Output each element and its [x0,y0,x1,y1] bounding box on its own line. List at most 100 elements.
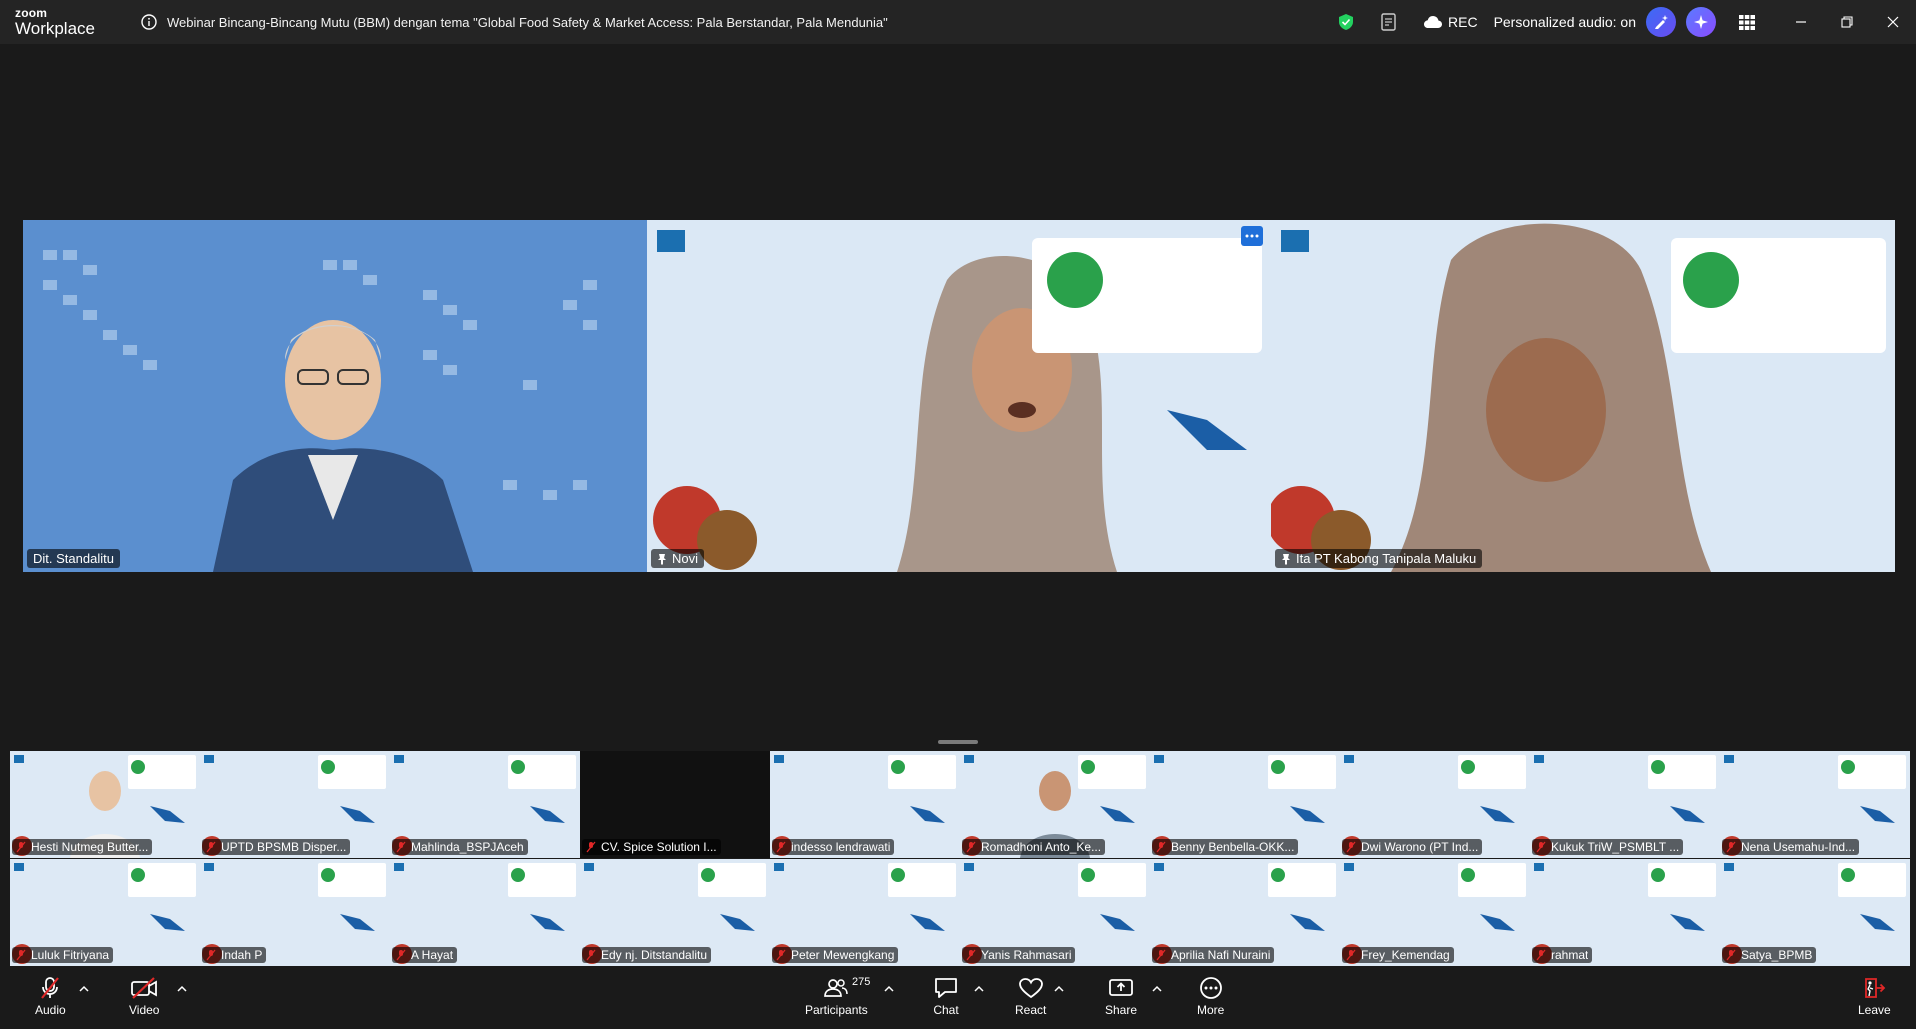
participant-thumbnail[interactable]: Aprilia Nafi Nuraini [1150,859,1340,966]
restore-icon [1841,16,1853,28]
muted-microphone-icon [1346,841,1356,853]
participants-count-badge: 275 [852,976,871,988]
more-label: More [1197,1003,1225,1017]
participant-name: CV. Spice Solution I... [601,840,717,854]
leave-button[interactable]: Leave [1858,976,1891,1017]
video-tile-novi[interactable]: Novi [647,220,1271,572]
muted-microphone-icon [1156,841,1166,853]
close-button[interactable] [1870,0,1916,44]
participant-name: Aprilia Nafi Nuraini [1171,948,1271,962]
video-tile-dit-standalitu[interactable]: Dit. Standalitu [23,220,647,572]
restore-button[interactable] [1824,0,1870,44]
notes-icon[interactable] [1379,12,1399,32]
participant-name: Romadhoni Anto_Ke... [981,840,1102,854]
personalized-audio-status: Personalized audio: on [1493,14,1636,30]
muted-microphone-icon [1726,841,1736,853]
logo-zoom-text: zoom [15,6,48,20]
participant-name: Mahlinda_BSPJAceh [411,840,524,854]
participant-thumbnail[interactable]: Dwi Warono (PT Ind... [1340,751,1530,858]
video-button[interactable]: Video [129,976,159,1017]
participant-name: A Hayat [411,948,454,962]
participant-thumbnail[interactable]: A Hayat [390,859,580,966]
react-options-caret-icon[interactable] [1054,984,1064,994]
participant-name-tag: Peter Mewengkang [772,947,899,963]
participants-options-caret-icon[interactable] [884,984,894,994]
participant-thumbnail[interactable]: Nena Usemahu-Ind... [1720,751,1910,858]
participant-thumbnail[interactable]: Frey_Kemendag [1340,859,1530,966]
info-icon[interactable] [141,14,157,30]
leave-icon [1865,978,1886,998]
participant-name: Nena Usemahu-Ind... [1741,840,1856,854]
more-button[interactable]: More [1197,976,1224,1017]
ai-companion-button[interactable] [1646,7,1676,37]
speaker-gallery: Dit. Standalitu Novi Ita PT Kabong Tanip… [23,220,1896,572]
participant-thumbnail[interactable]: indesso lendrawati [770,751,960,858]
participant-thumbnail[interactable]: UPTD BPSMB Disper... [200,751,390,858]
participant-name-tag: A Hayat [392,947,458,963]
chat-button[interactable]: Chat [933,976,959,1017]
share-label: Share [1105,1003,1138,1017]
chat-options-caret-icon[interactable] [974,984,984,994]
zoom-logo: zoom Workplace [0,7,125,37]
participant-name: Yanis Rahmasari [981,948,1072,962]
participant-name: Frey_Kemendag [1361,948,1450,962]
spotlight-pin-icon [658,553,666,565]
muted-microphone-icon [1536,841,1546,853]
participant-thumbnail[interactable]: Peter Mewengkang [770,859,960,966]
view-grid-icon[interactable] [1738,13,1756,31]
tile-more-options-button[interactable] [1241,226,1263,246]
participant-thumbnail[interactable]: CV. Spice Solution I... [580,751,770,858]
muted-microphone-icon [776,841,786,853]
participant-thumbnail[interactable]: Hesti Nutmeg Butter... [10,751,200,858]
participant-name-tag: Romadhoni Anto_Ke... [962,839,1106,855]
leave-label: Leave [1858,1003,1891,1017]
participant-name: Peter Mewengkang [791,948,895,962]
spotlight-pin-icon [1282,553,1290,565]
video-feed-novi [647,220,1271,572]
minimize-button[interactable] [1778,0,1824,44]
participant-thumbnail[interactable]: rahmat [1530,859,1720,966]
participant-name-tag: indesso lendrawati [772,839,895,855]
muted-microphone-icon [1156,949,1166,961]
meeting-toolbar: Audio Video Participants 275 Chat React [0,972,1916,1029]
participant-thumbnail[interactable]: Romadhoni Anto_Ke... [960,751,1150,858]
participant-name: Ita PT Kabong Tanipala Maluku [1296,551,1477,566]
react-button[interactable]: React [1015,976,1046,1017]
ellipsis-icon [1245,234,1259,238]
participant-name-tag: Yanis Rahmasari [962,947,1076,963]
participant-name-tag: Hesti Nutmeg Butter... [12,839,153,855]
audio-button[interactable]: Audio [35,976,66,1017]
participant-name-tag: Dit. Standalitu [27,549,120,568]
muted-microphone-icon [776,949,786,961]
participant-name: Dit. Standalitu [33,551,114,566]
cloud-recording-indicator[interactable]: REC [1423,14,1478,30]
gallery-resize-handle[interactable] [938,740,978,744]
muted-microphone-icon [1346,949,1356,961]
participant-thumbnail[interactable]: Kukuk TriW_PSMBLT ... [1530,751,1720,858]
encryption-shield-icon[interactable] [1337,13,1355,31]
muted-microphone-icon [586,949,596,961]
participant-name-tag: Mahlinda_BSPJAceh [392,839,528,855]
muted-microphone-icon [16,841,26,853]
participant-name-tag: CV. Spice Solution I... [582,839,721,855]
video-tile-ita[interactable]: Ita PT Kabong Tanipala Maluku [1271,220,1895,572]
participant-thumbnail[interactable]: Yanis Rahmasari [960,859,1150,966]
ai-assistant-button[interactable] [1686,7,1716,37]
share-options-caret-icon[interactable] [1152,984,1162,994]
audio-options-caret-icon[interactable] [79,984,89,994]
participant-thumbnail[interactable]: Luluk Fitriyana [10,859,200,966]
participants-icon [824,979,849,997]
participant-thumbnail[interactable]: Indah P [200,859,390,966]
participant-name: Kukuk TriW_PSMBLT ... [1551,840,1680,854]
video-camera-off-icon [131,977,158,999]
participant-name: rahmat [1551,948,1589,962]
participant-thumbnail[interactable]: Benny Benbella-OKK... [1150,751,1340,858]
video-options-caret-icon[interactable] [177,984,187,994]
participant-name-tag: Dwi Warono (PT Ind... [1342,839,1483,855]
participant-name-tag: Frey_Kemendag [1342,947,1454,963]
participant-thumbnail[interactable]: Satya_BPMB [1720,859,1910,966]
participant-thumbnail[interactable]: Mahlinda_BSPJAceh [390,751,580,858]
share-button[interactable]: Share [1105,976,1137,1017]
participant-thumbnail[interactable]: Edy nj. Ditstandalitu [580,859,770,966]
minimize-icon [1796,21,1806,23]
